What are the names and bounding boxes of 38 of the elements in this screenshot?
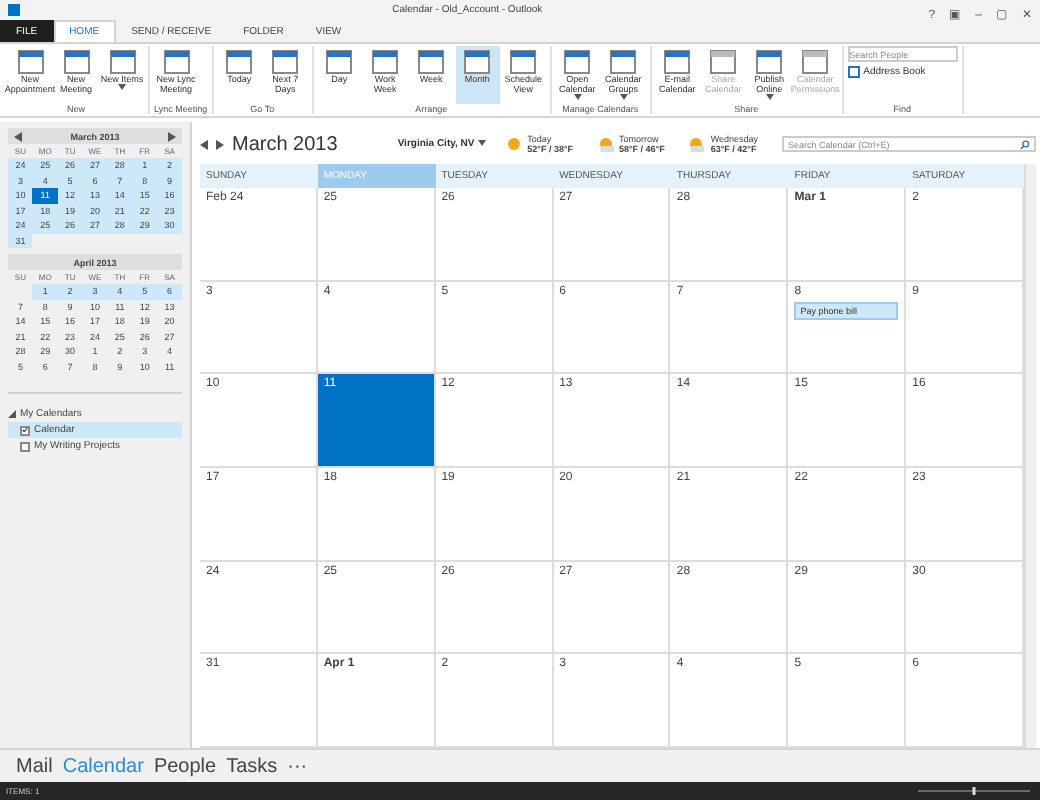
- calendar-icon: [272, 50, 299, 74]
- partly-sunny-icon: [597, 136, 613, 152]
- calendar-icon: [610, 50, 637, 74]
- scrollbar[interactable]: [1024, 164, 1036, 748]
- expanded-icon[interactable]: [8, 410, 16, 418]
- navigation-item[interactable]: Tasks: [226, 755, 278, 777]
- calendar-icon: [802, 50, 829, 74]
- zoom-slider[interactable]: [914, 786, 1034, 796]
- caret-icon: [477, 140, 486, 146]
- previous-button[interactable]: [200, 139, 208, 149]
- calendar-icon: [63, 50, 89, 74]
- app-icon: [8, 4, 20, 16]
- calendar-icon: [710, 50, 737, 74]
- book-icon: [847, 66, 860, 78]
- calendar-icon: [464, 50, 491, 74]
- checkbox[interactable]: [20, 425, 30, 435]
- calendar-icon: [17, 50, 43, 74]
- sun-icon: [505, 136, 522, 152]
- calendar-icon: [510, 50, 537, 74]
- navigation-item[interactable]: ···: [287, 755, 308, 777]
- previous-month-button[interactable]: [14, 131, 22, 141]
- next-button[interactable]: [216, 139, 224, 149]
- calendar-icon: [756, 50, 783, 74]
- search-icon: [1020, 139, 1030, 149]
- calendar-icon: [372, 50, 399, 74]
- calendar-icon: [226, 50, 253, 74]
- calendar-icon: [163, 50, 189, 74]
- calendar-icon: [664, 50, 691, 74]
- next-month-button[interactable]: [167, 131, 176, 141]
- calendar-icon: [418, 50, 445, 74]
- partly-sunny-icon: [688, 136, 705, 152]
- navigation-item[interactable]: People: [153, 755, 217, 777]
- calendar-icon: [109, 50, 135, 74]
- calendar-title: March 2013: [232, 133, 338, 155]
- navigation-item[interactable]: Mail: [16, 755, 53, 777]
- calendar-icon: [564, 50, 591, 74]
- checkbox[interactable]: [20, 441, 30, 451]
- calendar-icon: [326, 50, 353, 74]
